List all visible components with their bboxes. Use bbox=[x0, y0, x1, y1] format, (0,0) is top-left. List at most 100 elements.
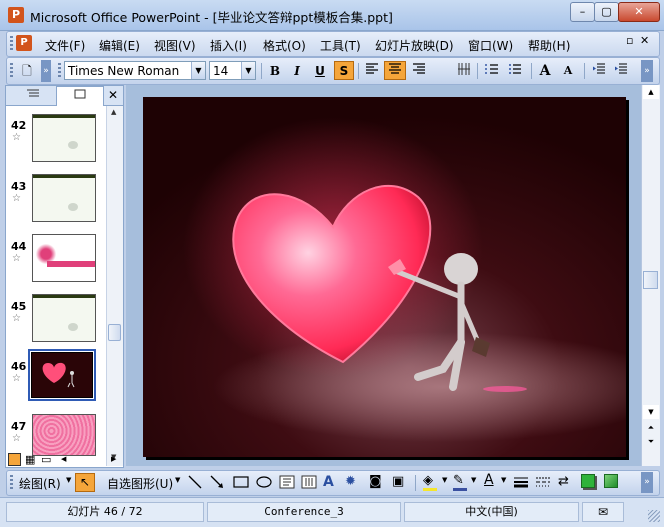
chevron-down-icon[interactable]: ▼ bbox=[66, 476, 71, 484]
slide-thumbnail[interactable] bbox=[32, 414, 96, 456]
chevron-down-icon[interactable]: ▼ bbox=[501, 476, 506, 484]
bullet-list-icon[interactable] bbox=[505, 62, 525, 80]
toolbar-options-icon[interactable]: » bbox=[641, 472, 653, 493]
next-slide-icon[interactable]: ⏷ bbox=[643, 435, 659, 449]
tab-outline[interactable] bbox=[12, 87, 54, 104]
toolbar-options-icon[interactable]: » bbox=[41, 60, 51, 82]
title-bar: P Microsoft Office PowerPoint - [毕业论文答辩p… bbox=[0, 0, 664, 31]
diagram-icon[interactable]: ✹ bbox=[345, 474, 356, 489]
shadow-button[interactable]: S bbox=[334, 61, 354, 80]
design-template-status: Conference_3 bbox=[207, 502, 401, 522]
menu-insert[interactable]: 插入(I) bbox=[210, 37, 247, 54]
font-name-select[interactable]: Times New Roman ▼ bbox=[64, 61, 206, 80]
underline-button[interactable]: U bbox=[310, 62, 330, 80]
arrow-style-icon[interactable]: ⇄ bbox=[558, 474, 569, 489]
oval-tool-icon[interactable] bbox=[256, 475, 272, 492]
menu-edit[interactable]: 编辑(E) bbox=[99, 37, 140, 54]
draw-menu[interactable]: 绘图(R) bbox=[19, 475, 61, 492]
menu-help[interactable]: 帮助(H) bbox=[528, 37, 570, 54]
maximize-button[interactable]: ▢ bbox=[594, 2, 619, 22]
chevron-down-icon[interactable]: ▼ bbox=[175, 476, 180, 484]
dash-style-icon[interactable] bbox=[535, 475, 551, 492]
scrollbar-thumb[interactable] bbox=[108, 324, 121, 341]
restore-icon[interactable]: ▫ bbox=[626, 34, 633, 47]
scroll-up-icon[interactable]: ▲ bbox=[643, 85, 659, 99]
bold-button[interactable]: B bbox=[265, 62, 285, 80]
menu-view[interactable]: 视图(V) bbox=[154, 37, 196, 54]
numbered-list-icon[interactable] bbox=[482, 62, 502, 80]
tab-slides[interactable] bbox=[56, 86, 104, 106]
insert-picture-icon[interactable]: ▣ bbox=[392, 474, 404, 489]
slide-thumbnail[interactable] bbox=[32, 234, 96, 282]
align-left-icon[interactable] bbox=[362, 62, 382, 80]
scrollbar-thumb[interactable] bbox=[643, 271, 658, 289]
grip-handle[interactable] bbox=[58, 63, 61, 78]
decrease-indent-icon[interactable] bbox=[589, 62, 609, 80]
close-document-icon[interactable]: ✕ bbox=[640, 34, 649, 47]
slide-thumbnail[interactable] bbox=[32, 294, 96, 342]
slide-thumbnail[interactable] bbox=[32, 174, 96, 222]
slide-sorter-view-icon[interactable]: ▦ bbox=[25, 453, 35, 466]
align-center-icon[interactable] bbox=[384, 61, 406, 80]
distribute-columns-icon[interactable] bbox=[454, 62, 474, 80]
menu-file[interactable]: 文件(F) bbox=[45, 37, 85, 54]
separator bbox=[477, 63, 478, 79]
clipart-icon[interactable]: ◙ bbox=[369, 474, 382, 489]
slideshow-view-icon[interactable]: ▭ bbox=[41, 453, 51, 466]
slide-scrollbar[interactable]: ▲ ▼ ⏶ ⏷ bbox=[641, 85, 660, 466]
minimize-button[interactable]: – bbox=[570, 2, 595, 22]
italic-button[interactable]: I bbox=[287, 62, 307, 80]
decrease-font-button[interactable]: A bbox=[558, 62, 578, 80]
slide-thumbnail[interactable] bbox=[32, 114, 96, 162]
menu-slideshow[interactable]: 幻灯片放映(D) bbox=[375, 37, 454, 54]
textbox-tool-icon[interactable] bbox=[279, 475, 295, 492]
document-icon[interactable]: P bbox=[16, 35, 32, 51]
previous-slide-icon[interactable]: ⏶ bbox=[643, 421, 659, 435]
arrow-tool-icon[interactable] bbox=[209, 474, 225, 493]
normal-view-icon[interactable] bbox=[8, 453, 21, 466]
autoshapes-menu[interactable]: 自选图形(U) bbox=[107, 475, 173, 492]
slide-position-status: 幻灯片 46 / 72 bbox=[6, 502, 204, 522]
scroll-left-icon[interactable]: ◀ bbox=[61, 455, 66, 463]
spelling-check-icon[interactable]: ✉ bbox=[582, 502, 624, 522]
vertical-textbox-icon[interactable] bbox=[301, 475, 317, 492]
chevron-down-icon[interactable]: ▼ bbox=[191, 62, 205, 79]
grip-handle[interactable] bbox=[10, 475, 13, 490]
slides-pane-scrollbar[interactable]: ▲ ▼ bbox=[106, 106, 123, 466]
menu-window[interactable]: 窗口(W) bbox=[468, 37, 513, 54]
chevron-down-icon[interactable]: ▼ bbox=[471, 476, 476, 484]
line-tool-icon[interactable] bbox=[187, 474, 203, 493]
font-size-select[interactable]: 14 ▼ bbox=[209, 61, 256, 80]
font-color-icon[interactable]: A bbox=[484, 472, 494, 488]
rectangle-tool-icon[interactable] bbox=[233, 475, 249, 492]
grip-handle[interactable] bbox=[10, 36, 13, 51]
drawing-toolbar: 绘图(R) ▼ ↖ 自选图形(U) ▼ A ✹ ◙ ▣ ◈ ▼ ✎ ▼ A ▼ … bbox=[6, 470, 660, 496]
scroll-down-icon[interactable]: ▼ bbox=[643, 405, 659, 419]
chevron-down-icon[interactable]: ▼ bbox=[442, 476, 447, 484]
scroll-right-icon[interactable]: ▶ bbox=[111, 455, 116, 463]
powerpoint-app-icon[interactable]: P bbox=[8, 7, 24, 23]
scroll-up-icon[interactable]: ▲ bbox=[111, 108, 116, 116]
select-pointer-icon[interactable]: ↖ bbox=[75, 473, 95, 492]
increase-font-button[interactable]: A bbox=[535, 62, 555, 80]
line-style-icon[interactable] bbox=[513, 475, 529, 492]
shadow-style-icon[interactable] bbox=[581, 474, 595, 488]
increase-indent-icon[interactable] bbox=[611, 62, 631, 80]
3d-style-icon[interactable] bbox=[604, 474, 618, 488]
chevron-down-icon[interactable]: ▼ bbox=[241, 62, 255, 79]
wordart-icon[interactable]: A bbox=[323, 474, 334, 490]
font-name-value: Times New Roman bbox=[68, 64, 180, 78]
toolbar-options-icon[interactable]: » bbox=[641, 60, 653, 82]
grip-handle[interactable] bbox=[10, 63, 13, 78]
menu-tools[interactable]: 工具(T) bbox=[320, 37, 361, 54]
align-right-icon[interactable] bbox=[409, 62, 429, 80]
fill-color-icon[interactable]: ◈ bbox=[423, 473, 433, 488]
new-document-icon[interactable]: 🗋 bbox=[17, 62, 37, 80]
close-pane-icon[interactable]: ✕ bbox=[105, 87, 121, 104]
line-color-icon[interactable]: ✎ bbox=[453, 473, 464, 488]
slide-thumbnail-selected[interactable] bbox=[31, 352, 93, 398]
menu-format[interactable]: 格式(O) bbox=[263, 37, 306, 54]
close-button[interactable]: ✕ bbox=[618, 2, 660, 22]
resize-grip-icon[interactable] bbox=[648, 510, 660, 522]
current-slide[interactable] bbox=[143, 97, 626, 457]
